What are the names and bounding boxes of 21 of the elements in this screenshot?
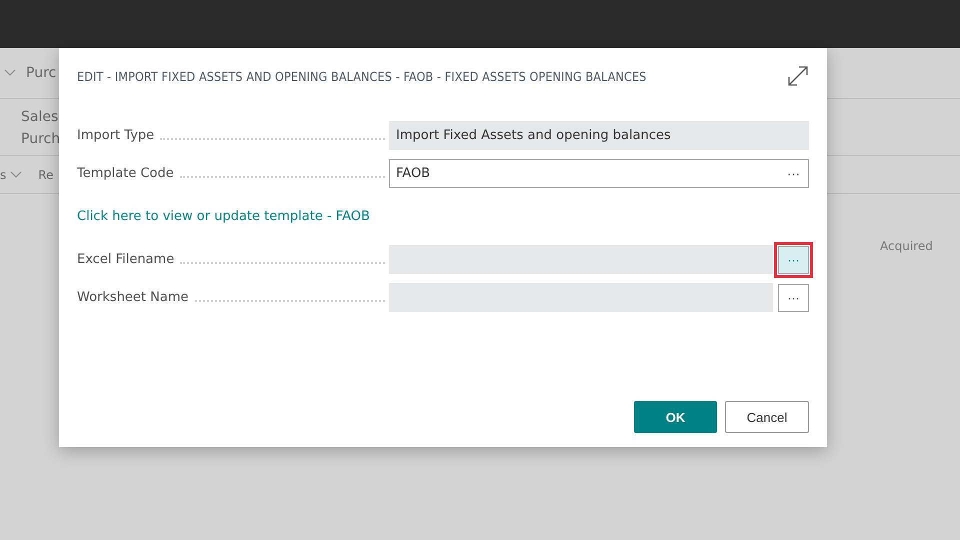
tab-item[interactable]: Re	[38, 168, 54, 182]
field-label: Worksheet Name	[77, 290, 189, 305]
ok-button[interactable]: OK	[634, 401, 717, 433]
cancel-button[interactable]: Cancel	[725, 401, 809, 433]
field-label: Excel Filename	[77, 252, 174, 267]
lookup-button[interactable]: ···	[785, 166, 802, 181]
field-label: Import Type	[77, 128, 154, 143]
browse-button[interactable]: ···	[778, 284, 809, 312]
chevron-icon	[10, 170, 22, 178]
chevron-icon	[4, 69, 16, 77]
nav-item[interactable]: Purc	[26, 65, 56, 81]
tab-item[interactable]: s	[0, 168, 6, 182]
expand-icon[interactable]	[787, 65, 809, 87]
field-label: Template Code	[77, 166, 174, 181]
input-field[interactable]: FAOB ···	[389, 159, 809, 188]
input-field[interactable]	[389, 283, 773, 312]
input-field[interactable]	[389, 245, 773, 274]
template-link[interactable]: Click here to view or update template - FAOB	[77, 209, 370, 224]
input-field[interactable]: Import Fixed Assets and opening balances	[389, 121, 809, 150]
dialog-title: EDIT - IMPORT FIXED ASSETS AND OPENING BALANCES - FAOB - FIXED ASSETS OPENING BALANCES	[77, 68, 646, 84]
column-header: Acquired	[880, 239, 933, 253]
